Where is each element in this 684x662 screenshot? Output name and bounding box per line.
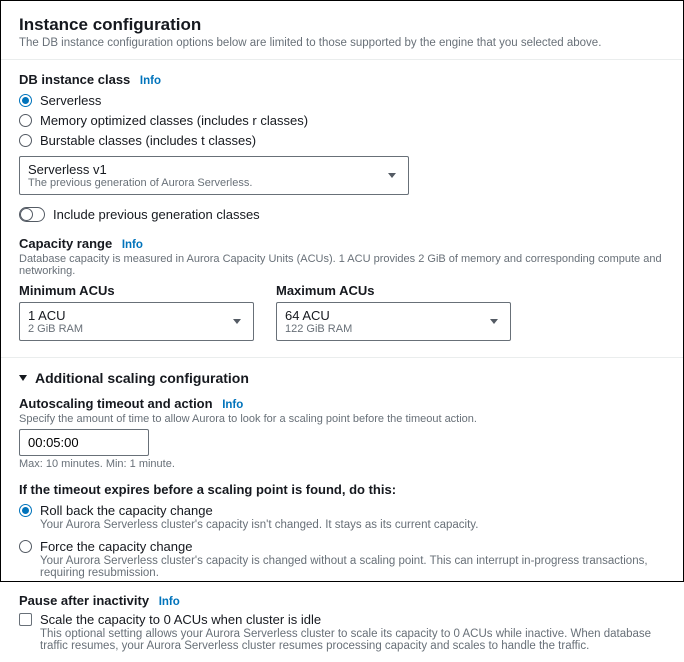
- select-sub: 2 GiB RAM: [28, 323, 83, 335]
- select-value: 1 ACU: [28, 308, 83, 323]
- autoscaling-timeout-hint: Max: 10 minutes. Min: 1 minute.: [19, 458, 665, 470]
- capacity-range-label: Capacity range: [19, 236, 112, 251]
- checkbox-label: Scale the capacity to 0 ACUs when cluste…: [40, 612, 665, 627]
- timeout-expires-label: If the timeout expires before a scaling …: [19, 482, 665, 497]
- autoscaling-timeout-desc: Specify the amount of time to allow Auro…: [19, 413, 665, 425]
- radio-icon: [19, 94, 32, 107]
- db-instance-class-label: DB instance class: [19, 72, 130, 87]
- db-instance-class-section: DB instance class Info Serverless Memory…: [19, 72, 665, 222]
- page-title: Instance configuration: [19, 15, 665, 35]
- include-previous-gen-toggle[interactable]: [19, 207, 45, 222]
- chevron-down-icon: [490, 319, 498, 324]
- scale-to-zero-checkbox[interactable]: [19, 613, 32, 626]
- select-sub: The previous generation of Aurora Server…: [28, 177, 252, 189]
- pause-after-inactivity-label: Pause after inactivity: [19, 593, 149, 608]
- additional-scaling-expander[interactable]: Additional scaling configuration: [19, 370, 665, 386]
- autoscaling-timeout-info-link[interactable]: Info: [222, 399, 243, 411]
- minimum-acus-select[interactable]: 1 ACU 2 GiB RAM: [19, 302, 254, 341]
- minimum-acus-label: Minimum ACUs: [19, 283, 262, 298]
- timeout-action-radio-group: Roll back the capacity change Your Auror…: [19, 503, 665, 579]
- radio-icon: [19, 540, 32, 553]
- expander-label: Additional scaling configuration: [35, 370, 249, 386]
- checkbox-sub: This optional setting allows your Aurora…: [40, 628, 665, 652]
- serverless-version-select[interactable]: Serverless v1 The previous generation of…: [19, 156, 409, 195]
- radio-label: Serverless: [40, 93, 101, 108]
- select-sub: 122 GiB RAM: [285, 323, 352, 335]
- radio-icon: [19, 114, 32, 127]
- radio-rollback[interactable]: Roll back the capacity change Your Auror…: [19, 503, 665, 531]
- select-value: Serverless v1: [28, 162, 252, 177]
- autoscaling-timeout-input[interactable]: [19, 429, 149, 456]
- autoscaling-timeout-section: Autoscaling timeout and action Info Spec…: [19, 396, 665, 470]
- page-description: The DB instance configuration options be…: [19, 37, 665, 49]
- chevron-down-icon: [388, 173, 396, 178]
- divider: [1, 59, 683, 60]
- instance-configuration-panel: Instance configuration The DB instance c…: [1, 1, 683, 662]
- radio-label: Force the capacity change: [40, 539, 665, 554]
- maximum-acus-label: Maximum ACUs: [276, 283, 519, 298]
- pause-after-inactivity-section: Pause after inactivity Info Scale the ca…: [19, 593, 665, 652]
- radio-icon: [19, 134, 32, 147]
- db-instance-class-info-link[interactable]: Info: [140, 75, 161, 87]
- radio-burstable[interactable]: Burstable classes (includes t classes): [19, 133, 665, 148]
- radio-icon: [19, 504, 32, 517]
- include-previous-gen-toggle-row: Include previous generation classes: [19, 207, 665, 222]
- capacity-range-desc: Database capacity is measured in Aurora …: [19, 253, 665, 277]
- scale-to-zero-checkbox-row[interactable]: Scale the capacity to 0 ACUs when cluste…: [19, 612, 665, 652]
- autoscaling-timeout-label: Autoscaling timeout and action: [19, 396, 213, 411]
- db-class-radio-group: Serverless Memory optimized classes (inc…: [19, 93, 665, 148]
- capacity-range-info-link[interactable]: Info: [122, 239, 143, 251]
- maximum-acus-col: Maximum ACUs 64 ACU 122 GiB RAM: [276, 283, 519, 341]
- capacity-row: Minimum ACUs 1 ACU 2 GiB RAM Maximum ACU…: [19, 283, 519, 341]
- radio-force[interactable]: Force the capacity change Your Aurora Se…: [19, 539, 665, 579]
- radio-label: Burstable classes (includes t classes): [40, 133, 256, 148]
- select-value: 64 ACU: [285, 308, 352, 323]
- radio-sub: Your Aurora Serverless cluster's capacit…: [40, 555, 665, 579]
- toggle-label: Include previous generation classes: [53, 207, 260, 222]
- radio-memory-optimized[interactable]: Memory optimized classes (includes r cla…: [19, 113, 665, 128]
- caret-down-icon: [19, 375, 27, 381]
- divider: [1, 357, 683, 358]
- maximum-acus-select[interactable]: 64 ACU 122 GiB RAM: [276, 302, 511, 341]
- radio-label: Roll back the capacity change: [40, 503, 478, 518]
- chevron-down-icon: [233, 319, 241, 324]
- radio-serverless[interactable]: Serverless: [19, 93, 665, 108]
- radio-sub: Your Aurora Serverless cluster's capacit…: [40, 519, 478, 531]
- radio-label: Memory optimized classes (includes r cla…: [40, 113, 308, 128]
- pause-after-inactivity-info-link[interactable]: Info: [159, 596, 180, 608]
- minimum-acus-col: Minimum ACUs 1 ACU 2 GiB RAM: [19, 283, 262, 341]
- capacity-range-section: Capacity range Info Database capacity is…: [19, 236, 665, 341]
